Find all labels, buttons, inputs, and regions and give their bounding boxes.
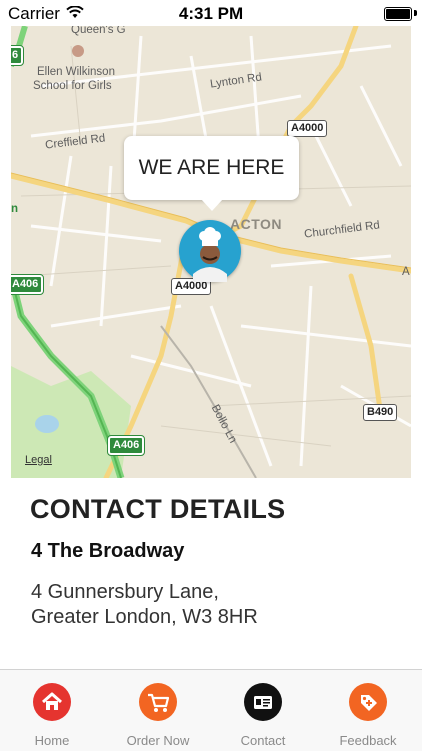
contact-details-heading: CONTACT DETAILS [30,494,286,524]
tab-order-now[interactable]: Order Now [113,670,203,751]
chef-location-pin[interactable] [179,220,241,282]
road-badge-a4000-top: A4000 [287,120,328,137]
contact-card-icon [244,683,282,721]
tab-order-now-label: Order Now [126,733,190,748]
map-label-a: A [402,266,410,278]
road-badge-b490: B490 [363,404,398,421]
map-label-school-line1: Ellen Wilkinson [37,66,115,78]
map-label-school-line2: School for Girls [33,80,112,92]
map-legal-link[interactable]: Legal [25,454,52,466]
tag-plus-icon [349,683,387,721]
chef-avatar-icon [181,222,239,282]
tab-home[interactable]: Home [7,670,97,751]
address-line-2: Greater London, W3 8HR [31,606,258,628]
tab-contact[interactable]: Contact [218,670,308,751]
map-view[interactable]: Queen's G Ellen Wilkinson School for Gir… [11,26,411,478]
battery-icon [384,7,412,21]
map-callout: WE ARE HERE [124,136,299,200]
cart-icon [139,683,177,721]
map-callout-text: WE ARE HERE [138,156,285,179]
road-badge-green-top: 6 [11,45,25,66]
place-name: 4 The Broadway [31,540,185,562]
address-line-1: 4 Gunnersbury Lane, [31,581,219,603]
status-time: 4:31 PM [178,4,244,23]
road-badge-a406-left: A406 [11,274,45,295]
tab-feedback-label: Feedback [339,733,397,748]
map-callout-tail [201,199,223,211]
home-icon [33,683,71,721]
tab-feedback[interactable]: Feedback [323,670,413,751]
tab-contact-label: Contact [240,733,286,748]
tab-home-label: Home [34,733,70,748]
map-label-queens: Queen's G [71,26,126,36]
map-label-n: n [11,203,19,215]
road-badge-a406-bottom: A406 [106,435,146,456]
status-bar: Carrier 4:31 PM [0,0,422,26]
tab-bar: Home Order Now Contact Feedback [0,669,422,751]
